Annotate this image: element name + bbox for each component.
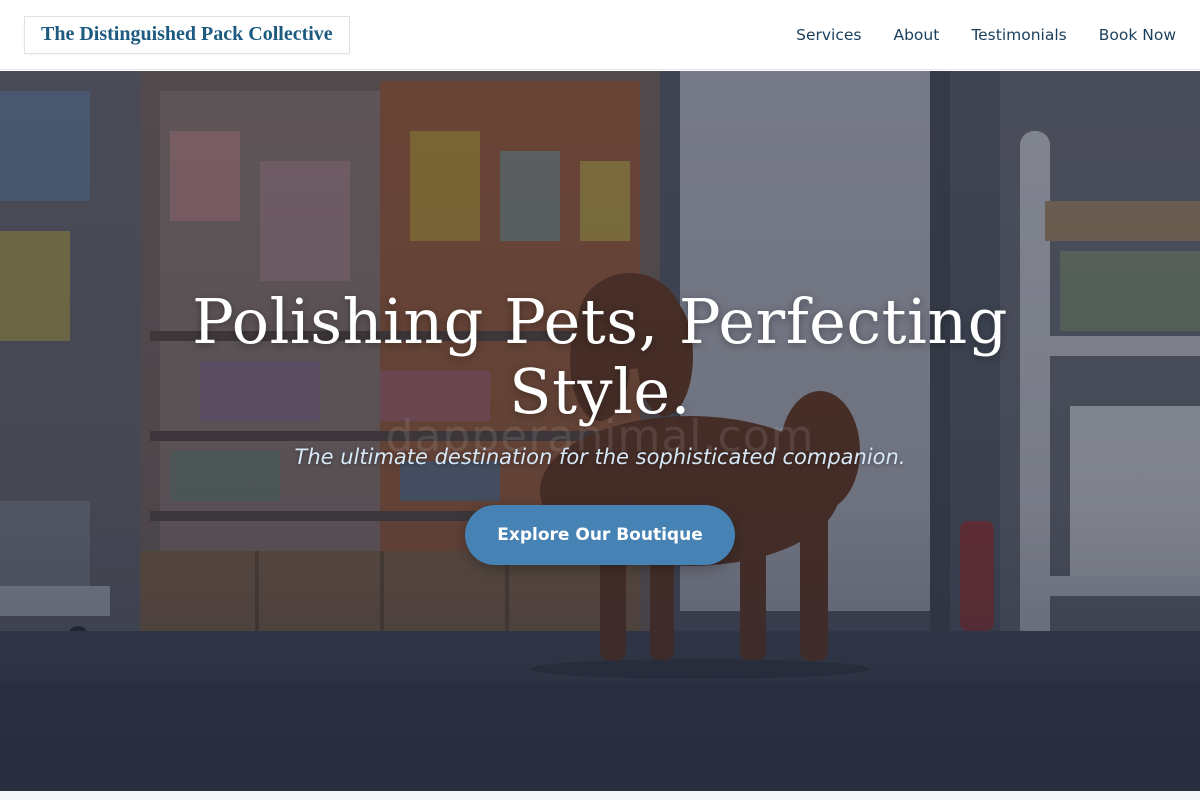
explore-boutique-button[interactable]: Explore Our Boutique (465, 505, 735, 565)
nav-link-services[interactable]: Services (796, 26, 861, 44)
hero-title: Polishing Pets, Perfecting Style. (192, 285, 1008, 428)
hero-content: Polishing Pets, Perfecting Style. The ul… (0, 71, 1200, 791)
logo-text: The Distinguished Pack Collective (41, 23, 333, 45)
nav-link-book-now[interactable]: Book Now (1099, 26, 1176, 44)
logo[interactable]: The Distinguished Pack Collective (24, 15, 350, 54)
next-section-edge (0, 791, 1200, 800)
nav-link-testimonials[interactable]: Testimonials (971, 26, 1066, 44)
site-header: The Distinguished Pack Collective Servic… (0, 0, 1200, 70)
main-nav: Services About Testimonials Book Now (796, 26, 1176, 44)
hero-subtitle: The ultimate destination for the sophist… (294, 445, 906, 469)
nav-link-about[interactable]: About (893, 26, 939, 44)
hero-section: dapperanimal.com Polishing Pets, Perfect… (0, 71, 1200, 791)
